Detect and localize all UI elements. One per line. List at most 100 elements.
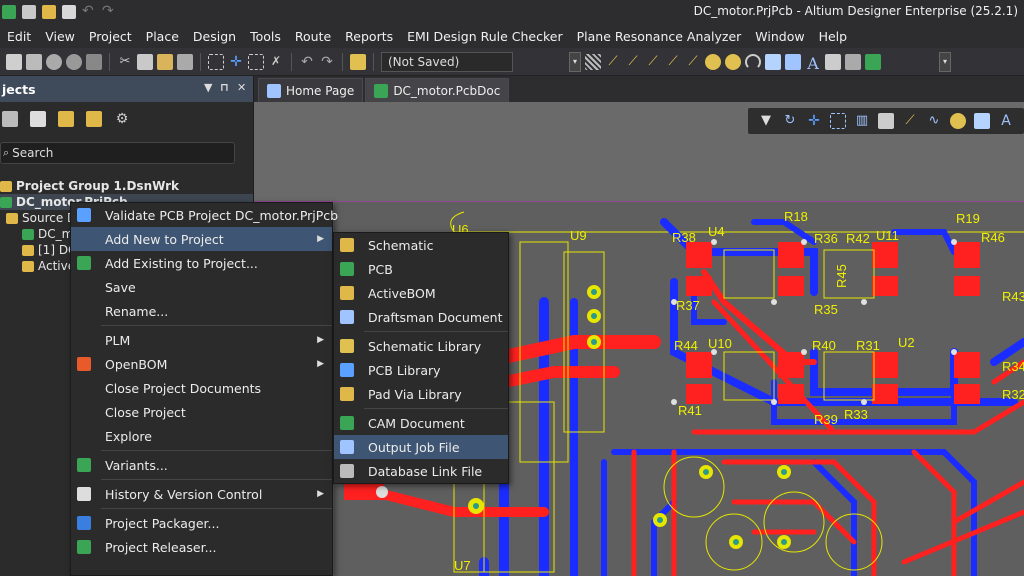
fill-place-icon[interactable]	[974, 113, 990, 129]
menu-item-variants[interactable]: Variants...	[71, 453, 332, 477]
menu-item-history-version-control[interactable]: History & Version Control ▶	[71, 482, 332, 506]
undo-icon[interactable]: ↶	[299, 54, 315, 70]
tune-icon[interactable]: ∿	[926, 113, 942, 129]
designator-r36[interactable]: R36	[814, 231, 838, 246]
menu-item-close-project[interactable]: Close Project	[71, 400, 332, 424]
designator-r31[interactable]: R31	[856, 338, 880, 353]
menu-window[interactable]: Window	[748, 29, 811, 44]
variant-select[interactable]: (Not Saved)	[381, 51, 513, 72]
designator-r42[interactable]: R42	[846, 231, 870, 246]
polygon-icon[interactable]	[785, 53, 801, 70]
tab-dc-motor-pcbdoc[interactable]: DC_motor.PcbDoc	[365, 78, 510, 102]
menu-item-explore[interactable]: Explore	[71, 424, 332, 448]
panel-close-icon[interactable]: ✕	[237, 81, 246, 94]
designator-r39[interactable]: R39	[814, 412, 838, 427]
designator-r38[interactable]: R38	[672, 230, 696, 245]
menu-item-close-project-documents[interactable]: Close Project Documents	[71, 376, 332, 400]
save-all-icon[interactable]	[22, 5, 36, 19]
menu-item-validate-pcb-project-dc-motor-prjpcb[interactable]: Validate PCB Project DC_motor.PrjPcb	[71, 203, 338, 227]
app-menu-icon[interactable]	[2, 5, 16, 19]
print-preview-icon[interactable]	[26, 53, 42, 70]
select-rect-icon[interactable]	[248, 53, 264, 70]
chart-icon[interactable]: ▥	[854, 113, 870, 129]
tools-icon[interactable]	[350, 53, 366, 70]
component-icon[interactable]	[845, 53, 861, 70]
menu-plane-resonance-analyzer[interactable]: Plane Resonance Analyzer	[570, 29, 749, 44]
redo-icon[interactable]: ↷	[102, 4, 116, 19]
select-box-icon[interactable]	[830, 113, 846, 129]
move-icon[interactable]: ✛	[228, 54, 244, 70]
add-document-icon[interactable]	[58, 111, 74, 127]
menu-place[interactable]: Place	[139, 29, 186, 44]
menu-design[interactable]: Design	[186, 29, 243, 44]
text-place-icon[interactable]: A	[998, 113, 1014, 129]
menu-item-rename[interactable]: Rename...	[71, 299, 332, 323]
menu-item-save[interactable]: Save	[71, 275, 332, 299]
diff-pair-icon[interactable]: ⟋	[625, 54, 641, 70]
filter-icon[interactable]: ▼	[758, 113, 774, 129]
menu-emi-design-rule-checker[interactable]: EMI Design Rule Checker	[400, 29, 570, 44]
tree-item[interactable]: Project Group 1.DsnWrk	[0, 178, 253, 194]
settings-gear-icon[interactable]: ⚙	[114, 111, 130, 127]
designator-r41[interactable]: R41	[678, 403, 702, 418]
save-icon[interactable]	[6, 53, 22, 70]
submenu-item-schematic[interactable]: Schematic	[334, 233, 508, 257]
move-cross-icon[interactable]: ✛	[806, 113, 822, 129]
via-icon[interactable]	[725, 53, 741, 70]
tab-home-page[interactable]: Home Page	[258, 78, 364, 102]
multi-route-icon[interactable]: ⟋	[645, 54, 661, 70]
rubber-stamp-icon[interactable]	[177, 53, 193, 70]
fill-icon[interactable]	[765, 53, 781, 70]
zoom-icon[interactable]	[46, 53, 62, 70]
submenu-item-pcb-library[interactable]: PCB Library	[334, 358, 508, 382]
menu-item-add-existing-to-project[interactable]: Add Existing to Project...	[71, 251, 332, 275]
submenu-item-draftsman-document[interactable]: Draftsman Document	[334, 305, 508, 329]
menu-reports[interactable]: Reports	[338, 29, 400, 44]
submenu-item-pad-via-library[interactable]: Pad Via Library	[334, 382, 508, 406]
menu-view[interactable]: View	[38, 29, 82, 44]
cut-icon[interactable]: ✂	[117, 54, 133, 70]
text-frame-icon[interactable]	[825, 53, 841, 70]
route-icon[interactable]: ⟋	[605, 54, 621, 70]
toolbar-dropdown-button[interactable]: ▾	[569, 51, 581, 72]
designator-u11[interactable]: U11	[876, 228, 899, 243]
component-place-icon[interactable]	[878, 113, 894, 129]
open-project-icon[interactable]	[30, 111, 46, 127]
designator-r34[interactable]: R34	[1002, 359, 1024, 374]
zoom-selected-icon[interactable]	[66, 53, 82, 70]
designator-r32[interactable]: R32	[1002, 387, 1024, 402]
designator-r40[interactable]: R40	[812, 338, 836, 353]
submenu-item-pcb[interactable]: PCB	[334, 257, 508, 281]
paste-icon[interactable]	[157, 53, 173, 70]
length-tune-icon[interactable]: ⟋	[685, 54, 701, 70]
designator-r44[interactable]: R44	[674, 338, 698, 353]
string-icon[interactable]: A	[805, 54, 821, 73]
designator-r19[interactable]: R19	[956, 211, 980, 226]
interactive-route-icon[interactable]: ⟋	[665, 54, 681, 70]
designator-u7[interactable]: U7	[454, 558, 471, 573]
open-folder-icon[interactable]	[42, 5, 56, 19]
undo-icon[interactable]: ↶	[82, 4, 96, 19]
menu-item-project-packager[interactable]: Project Packager...	[71, 511, 332, 535]
select-area-icon[interactable]	[208, 53, 224, 70]
panel-pin-icon[interactable]: ⊓	[220, 81, 229, 94]
designator-r46[interactable]: R46	[981, 230, 1005, 245]
menu-edit[interactable]: Edit	[0, 29, 38, 44]
designator-r45[interactable]: R45	[834, 264, 849, 288]
submenu-item-output-job-file[interactable]: Output Job File	[334, 435, 508, 459]
interactive-route-icon[interactable]: ⟋	[902, 113, 918, 129]
designator-r33[interactable]: R33	[844, 407, 868, 422]
snap-icon[interactable]: ↻	[782, 113, 798, 129]
menu-item-openbom[interactable]: OpenBOM ▶	[71, 352, 332, 376]
submenu-item-schematic-library[interactable]: Schematic Library	[334, 334, 508, 358]
designator-r18[interactable]: R18	[784, 209, 808, 224]
designator-u4[interactable]: U4	[708, 224, 725, 239]
submenu-item-cam-document[interactable]: CAM Document	[334, 411, 508, 435]
menu-route[interactable]: Route	[288, 29, 338, 44]
designator-u2[interactable]: U2	[898, 335, 915, 350]
toolbar-overflow-button[interactable]: ▾	[939, 51, 951, 72]
zoom-area-icon[interactable]	[86, 53, 102, 70]
home-icon[interactable]	[62, 5, 76, 19]
menu-help[interactable]: Help	[812, 29, 855, 44]
designator-r37[interactable]: R37	[676, 298, 700, 313]
